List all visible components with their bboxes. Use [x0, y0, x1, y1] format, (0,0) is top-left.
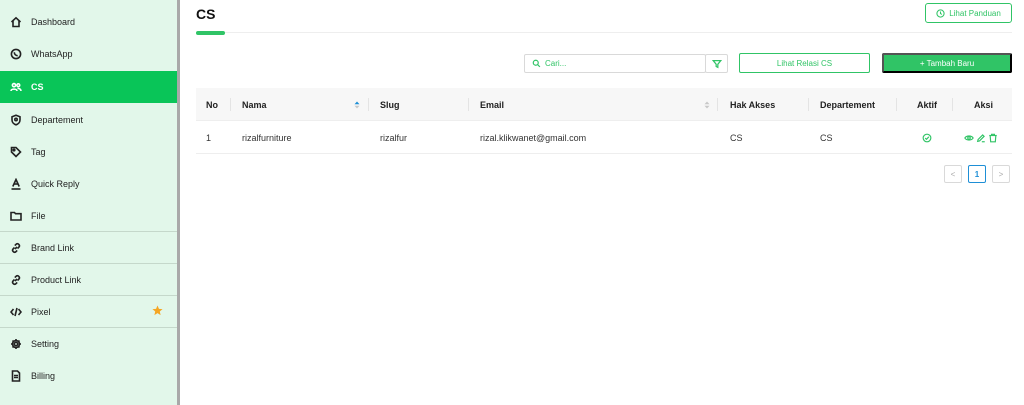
home-icon: [10, 16, 22, 28]
sidebar-item-whatsapp[interactable]: WhatsApp: [0, 38, 177, 70]
sidebar-item-file[interactable]: File: [0, 200, 177, 232]
column-separator: [808, 98, 809, 111]
cell-no: 1: [206, 132, 212, 143]
column-header-departement: Departement: [820, 99, 876, 110]
document-icon: [10, 370, 22, 382]
page-title: CS: [196, 6, 216, 22]
cell-slug: rizalfur: [380, 132, 408, 143]
cell-nama: rizalfurniture: [242, 132, 292, 143]
sidebar-item-label: Product Link: [31, 275, 82, 285]
sidebar-item-cs[interactable]: CS: [0, 71, 177, 103]
sort-icon[interactable]: [354, 101, 360, 109]
search-input[interactable]: [545, 59, 695, 68]
edit-action[interactable]: [976, 121, 986, 154]
shield-icon: [10, 114, 22, 126]
code-icon: [10, 306, 22, 318]
lihat-relasi-button[interactable]: Lihat Relasi CS: [739, 53, 870, 73]
link-icon: [10, 274, 22, 286]
column-header-no: No: [206, 99, 218, 110]
cell-email: rizal.klikwanet@gmail.com: [480, 132, 587, 143]
sidebar-item-product-link[interactable]: Product Link: [0, 264, 177, 296]
sidebar-item-label: File: [31, 211, 46, 221]
column-separator: [230, 98, 231, 111]
search-icon: [532, 59, 541, 68]
sidebar-item-label: Billing: [31, 371, 56, 381]
sidebar-item-label: WhatsApp: [31, 49, 73, 59]
gear-icon: [10, 338, 22, 350]
sort-icon[interactable]: [704, 101, 710, 109]
link-icon: [10, 242, 22, 254]
underline-a-icon: [10, 178, 22, 190]
cell-departement: CS: [820, 132, 833, 143]
sidebar-item-departement[interactable]: Departement: [0, 104, 177, 136]
sidebar-item-pixel[interactable]: Pixel: [0, 296, 177, 328]
edit-icon: [976, 133, 985, 142]
filter-button[interactable]: [705, 54, 728, 73]
column-header-aksi: Aksi: [974, 99, 994, 110]
title-divider: [225, 32, 1012, 33]
pagination-page-1[interactable]: 1: [968, 165, 986, 183]
column-header-nama[interactable]: Nama: [242, 88, 267, 121]
sidebar-item-label: CS: [31, 82, 44, 92]
guide-button[interactable]: Lihat Panduan: [925, 3, 1012, 23]
column-header-slug: Slug: [380, 99, 400, 110]
sidebar-item-label: Quick Reply: [31, 179, 80, 189]
column-header-email[interactable]: Email: [480, 88, 504, 121]
pagination-next-button[interactable]: >: [992, 165, 1010, 183]
cell-hak-akses: CS: [730, 132, 743, 143]
delete-action[interactable]: [988, 121, 998, 154]
tambah-baru-button[interactable]: + Tambah Baru: [882, 53, 1012, 73]
sidebar-item-label: Departement: [31, 115, 84, 125]
star-icon: [152, 305, 163, 316]
column-header-aktif: Aktif: [917, 99, 937, 110]
column-separator: [952, 98, 953, 111]
eye-icon: [964, 134, 974, 141]
table-row: 1 rizalfurniture rizalfur rizal.klikwane…: [196, 121, 1012, 154]
pagination-prev-button[interactable]: <: [944, 165, 962, 183]
users-icon: [10, 81, 22, 93]
sidebar-item-quick-reply[interactable]: Quick Reply: [0, 168, 177, 200]
check-circle-icon: [922, 121, 932, 154]
column-separator: [717, 98, 718, 111]
column-separator: [368, 98, 369, 111]
tag-icon: [10, 146, 22, 158]
trash-icon: [989, 133, 997, 142]
sidebar-item-billing[interactable]: Billing: [0, 360, 177, 392]
sidebar-item-label: Brand Link: [31, 243, 75, 253]
view-action[interactable]: [964, 121, 974, 154]
sidebar-item-label: Tag: [31, 147, 46, 157]
clock-icon: [936, 8, 945, 18]
sidebar-item-dashboard[interactable]: Dashboard: [0, 6, 177, 38]
column-separator: [896, 98, 897, 111]
search-box[interactable]: [524, 54, 706, 73]
sidebar-item-label: Setting: [31, 339, 60, 349]
guide-button-label: Lihat Panduan: [949, 8, 1001, 18]
sidebar-item-brand-link[interactable]: Brand Link: [0, 232, 177, 264]
sidebar: Dashboard WhatsApp CS Departement Tag Qu…: [0, 0, 180, 405]
sidebar-item-setting[interactable]: Setting: [0, 328, 177, 360]
filter-icon: [711, 59, 722, 68]
sidebar-item-label: Dashboard: [31, 17, 76, 27]
whatsapp-icon: [10, 48, 22, 60]
sidebar-item-tag[interactable]: Tag: [0, 136, 177, 168]
column-separator: [468, 98, 469, 111]
title-underline: [196, 31, 225, 35]
table-header: No Nama Slug Email Hak Akses Departement…: [196, 88, 1012, 121]
folder-icon: [10, 210, 22, 222]
column-header-hak-akses: Hak Akses: [730, 99, 776, 110]
sidebar-item-label: Pixel: [31, 307, 51, 317]
